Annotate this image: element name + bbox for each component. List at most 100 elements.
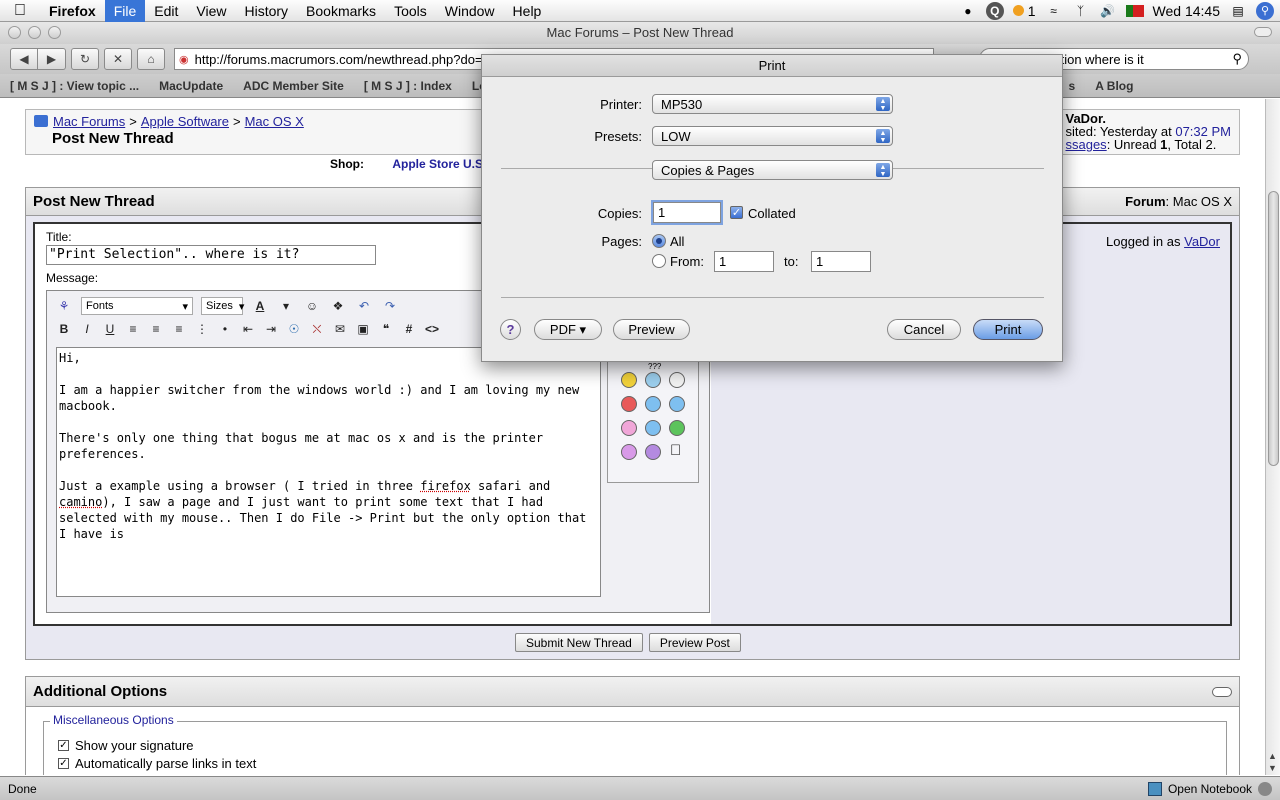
presets-select[interactable]: LOW ▲ ▼ xyxy=(652,126,893,146)
smiley-menu-icon[interactable]: ☺ xyxy=(303,297,321,315)
align-center-icon[interactable]: ≡ xyxy=(147,320,165,338)
cancel-button[interactable]: Cancel xyxy=(887,319,961,340)
open-notebook-link[interactable]: Open Notebook xyxy=(1168,782,1252,796)
code-hash-icon[interactable]: # xyxy=(400,320,418,338)
message-textarea[interactable]: Hi, I am a happier switcher from the win… xyxy=(56,347,601,597)
outdent-icon[interactable]: ⇤ xyxy=(239,320,257,338)
underline-icon[interactable]: U xyxy=(101,320,119,338)
unordered-list-icon[interactable]: • xyxy=(216,320,234,338)
pages-range-radio[interactable] xyxy=(652,254,666,268)
collated-checkbox[interactable]: ✓ xyxy=(730,206,743,219)
checkbox-checked-icon[interactable]: ✓ xyxy=(58,740,69,751)
from-page-input[interactable]: 1 xyxy=(714,251,774,272)
battery-icon[interactable]: ▤ xyxy=(1229,2,1247,20)
close-window-icon[interactable] xyxy=(8,26,21,39)
menu-bookmarks[interactable]: Bookmarks xyxy=(297,0,385,22)
status-gear-icon[interactable] xyxy=(1258,781,1272,796)
forum-home-icon[interactable] xyxy=(34,115,48,127)
breadcrumb-apple-software[interactable]: Apple Software xyxy=(141,114,229,129)
font-size-select[interactable]: Sizes ▾ xyxy=(201,297,244,315)
stop-button[interactable]: ✕ xyxy=(104,48,132,70)
quicksilver-icon[interactable]: Q xyxy=(985,1,1004,20)
wifi-icon[interactable]: ≈ xyxy=(1045,2,1063,20)
breadcrumb-mac-forums[interactable]: Mac Forums xyxy=(53,114,125,129)
ordered-list-icon[interactable]: ⋮ xyxy=(193,320,211,338)
bookmark-item[interactable]: ADC Member Site xyxy=(243,79,344,93)
private-messages-link[interactable]: ssages xyxy=(1065,137,1106,152)
insert-link-icon[interactable]: ☉ xyxy=(285,320,303,338)
menu-app-firefox[interactable]: Firefox xyxy=(40,0,105,22)
notebook-icon[interactable] xyxy=(1147,781,1162,796)
align-right-icon[interactable]: ≡ xyxy=(170,320,188,338)
undo-icon[interactable]: ↶ xyxy=(355,297,373,315)
confused-icon[interactable] xyxy=(645,372,661,388)
collapse-icon[interactable] xyxy=(1212,686,1232,697)
code-tag-icon[interactable]: <> xyxy=(423,320,441,338)
frown-icon[interactable] xyxy=(645,444,661,460)
scroll-thumb[interactable] xyxy=(1268,191,1279,466)
print-button[interactable]: Print xyxy=(973,319,1043,340)
font-family-select[interactable]: Fonts ▾ xyxy=(81,297,193,315)
bookmark-item[interactable]: [ M S J ] : View topic ... xyxy=(10,79,139,93)
insert-email-icon[interactable]: ✉ xyxy=(331,320,349,338)
bold-icon[interactable]: B xyxy=(55,320,73,338)
page-scrollbar[interactable]: ▲ ▼ xyxy=(1265,99,1280,775)
shop-apple-store-link[interactable]: Apple Store U.S. xyxy=(392,157,486,171)
preview-button[interactable]: Preview xyxy=(613,319,690,340)
redo-icon[interactable]: ↷ xyxy=(381,297,399,315)
menu-tools[interactable]: Tools xyxy=(385,0,436,22)
forward-button[interactable]: ▶ xyxy=(38,48,66,70)
bookmark-item[interactable]: MacUpdate xyxy=(159,79,223,93)
reload-button[interactable]: ↻ xyxy=(71,48,99,70)
scroll-up-icon[interactable]: ▲ xyxy=(1268,751,1277,761)
bluetooth-icon[interactable]: ᛉ xyxy=(1072,2,1090,20)
checkbox-checked-icon[interactable]: ✓ xyxy=(58,758,69,769)
menu-edit[interactable]: Edit xyxy=(145,0,187,22)
chevron-down-icon[interactable]: ▾ xyxy=(277,297,295,315)
smile-icon[interactable] xyxy=(621,372,637,388)
menu-view[interactable]: View xyxy=(187,0,235,22)
volume-icon[interactable]: 🔊 xyxy=(1099,2,1117,20)
rolleyes-icon[interactable] xyxy=(645,396,661,412)
apple-logo-icon[interactable]:  xyxy=(670,442,681,459)
wink-icon[interactable] xyxy=(645,420,661,436)
biggrin-icon[interactable] xyxy=(621,444,637,460)
copies-input[interactable]: 1 xyxy=(653,202,721,223)
help-button[interactable]: ? xyxy=(500,319,521,340)
parse-links-option[interactable]: ✓ Automatically parse links in text xyxy=(58,756,256,771)
bookmark-item[interactable]: [ M S J ] : Index xyxy=(364,79,452,93)
submit-thread-button[interactable]: Submit New Thread xyxy=(515,633,643,652)
insert-image-icon[interactable]: ▣ xyxy=(354,320,372,338)
remove-link-icon[interactable]: ⛌ xyxy=(308,320,326,338)
input-flag-icon[interactable] xyxy=(1125,4,1144,17)
pages-all-radio[interactable] xyxy=(652,234,666,248)
thread-title-input[interactable]: "Print Selection".. where is it? xyxy=(46,245,376,265)
text-color-icon[interactable]: A xyxy=(251,297,269,315)
home-button[interactable]: ⌂ xyxy=(137,48,165,70)
show-signature-option[interactable]: ✓ Show your signature xyxy=(58,738,194,753)
indent-icon[interactable]: ⇥ xyxy=(262,320,280,338)
adium-duck-icon[interactable]: ● xyxy=(959,2,977,20)
menu-file[interactable]: File xyxy=(104,0,146,22)
printer-select[interactable]: MP530 ▲ ▼ xyxy=(652,94,893,114)
align-left-icon[interactable]: ≡ xyxy=(124,320,142,338)
notification-badge[interactable]: 1 xyxy=(1012,3,1036,19)
grin-icon[interactable] xyxy=(669,420,685,436)
back-button[interactable]: ◀ xyxy=(10,48,38,70)
tongue-icon[interactable] xyxy=(621,420,637,436)
menu-clock[interactable]: Wed 14:45 xyxy=(1153,3,1220,19)
scroll-down-icon[interactable]: ▼ xyxy=(1268,763,1277,773)
breadcrumb-mac-os-x[interactable]: Mac OS X xyxy=(245,114,304,129)
search-icon[interactable]: ⚲ xyxy=(1232,51,1242,67)
print-pane-select[interactable]: Copies & Pages ▲ ▼ xyxy=(652,160,893,180)
bookmark-item[interactable]: s xyxy=(1069,79,1076,93)
eek-icon[interactable] xyxy=(669,372,685,388)
preview-post-button[interactable]: Preview Post xyxy=(648,633,741,652)
menu-help[interactable]: Help xyxy=(504,0,551,22)
logged-in-user-link[interactable]: VaDor xyxy=(1184,234,1220,249)
mad-icon[interactable] xyxy=(621,396,637,412)
minimize-window-icon[interactable] xyxy=(28,26,41,39)
toolbar-toggle-icon[interactable] xyxy=(1254,27,1272,37)
bookmark-item[interactable]: A Blog xyxy=(1095,79,1133,93)
cool-icon[interactable] xyxy=(669,396,685,412)
